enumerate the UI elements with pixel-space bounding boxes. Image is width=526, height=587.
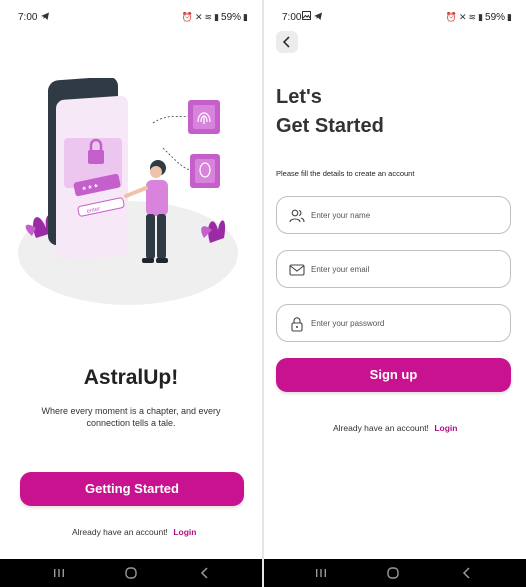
navigation-bar xyxy=(0,559,262,587)
back-icon[interactable] xyxy=(200,567,210,579)
recents-icon[interactable] xyxy=(53,568,65,578)
alarm-icon: ⏰ xyxy=(181,12,193,22)
signal-icon: ▮ xyxy=(478,12,484,22)
alarm-icon: ⏰ xyxy=(445,12,457,22)
gallery-icon xyxy=(302,11,311,20)
lock-icon xyxy=(291,317,303,332)
mute-icon: ✕ xyxy=(194,12,203,22)
password-field[interactable] xyxy=(276,304,511,342)
app-title: AstralUp! xyxy=(83,366,179,389)
login-prompt: Already have an account! Login xyxy=(333,423,457,433)
status-time: 7:00 xyxy=(282,12,302,23)
signup-screen: 7:00 ⏰ ✕ ≋ ▮ 59% ▮ Let's Get Started Ple… xyxy=(264,0,526,587)
users-icon xyxy=(289,209,305,223)
home-icon[interactable] xyxy=(387,567,399,579)
login-prompt: Already have an account! Login xyxy=(72,527,196,537)
telegram-icon xyxy=(314,12,322,20)
telegram-icon xyxy=(41,12,49,20)
signal-icon: ▮ xyxy=(214,12,220,22)
login-link[interactable]: Login xyxy=(434,423,457,433)
login-link[interactable]: Login xyxy=(173,527,196,537)
email-field[interactable] xyxy=(276,250,511,288)
name-input[interactable] xyxy=(311,206,501,224)
status-icons: ⏰ ✕ ≋ ▮ 59% ▮ xyxy=(446,12,512,23)
welcome-screen: 7:00 ⏰ ✕ ≋ ▮ 59% ▮ * * * enter AstralUp!… xyxy=(0,0,262,587)
back-button[interactable] xyxy=(276,31,298,53)
home-icon[interactable] xyxy=(125,567,137,579)
mute-icon: ✕ xyxy=(458,12,467,22)
navigation-bar xyxy=(264,559,526,587)
wifi-icon: ≋ xyxy=(468,12,477,22)
page-title-line2: Get Started xyxy=(276,115,384,137)
status-icons: ⏰ ✕ ≋ ▮ 59% ▮ xyxy=(182,12,248,23)
email-input[interactable] xyxy=(311,260,501,278)
account-prompt-text: Already have an account! xyxy=(72,527,168,537)
battery-percent: 59% xyxy=(221,12,242,23)
page-subtitle: Please fill the details to create an acc… xyxy=(276,169,415,178)
chevron-left-icon xyxy=(282,36,290,48)
page-title-line1: Let's xyxy=(276,86,322,108)
status-time: 7:00 xyxy=(18,12,38,23)
wifi-icon: ≋ xyxy=(204,12,213,22)
name-field[interactable] xyxy=(276,196,511,234)
account-prompt-text: Already have an account! xyxy=(333,423,429,433)
status-bar: 7:00 ⏰ ✕ ≋ ▮ 59% ▮ xyxy=(0,12,262,28)
status-bar: 7:00 ⏰ ✕ ≋ ▮ 59% ▮ xyxy=(264,11,526,28)
getting-started-button[interactable]: Getting Started xyxy=(20,472,244,506)
security-illustration: * * * enter xyxy=(18,78,238,305)
recents-icon[interactable] xyxy=(315,568,327,578)
mail-icon xyxy=(289,264,305,276)
battery-percent: 59% xyxy=(485,12,506,23)
signup-button[interactable]: Sign up xyxy=(276,358,511,392)
battery-icon: ▮ xyxy=(243,12,248,22)
battery-icon: ▮ xyxy=(507,12,512,22)
password-input[interactable] xyxy=(311,314,501,332)
app-tagline: Where every moment is a chapter, and eve… xyxy=(41,406,221,428)
back-icon[interactable] xyxy=(462,567,472,579)
